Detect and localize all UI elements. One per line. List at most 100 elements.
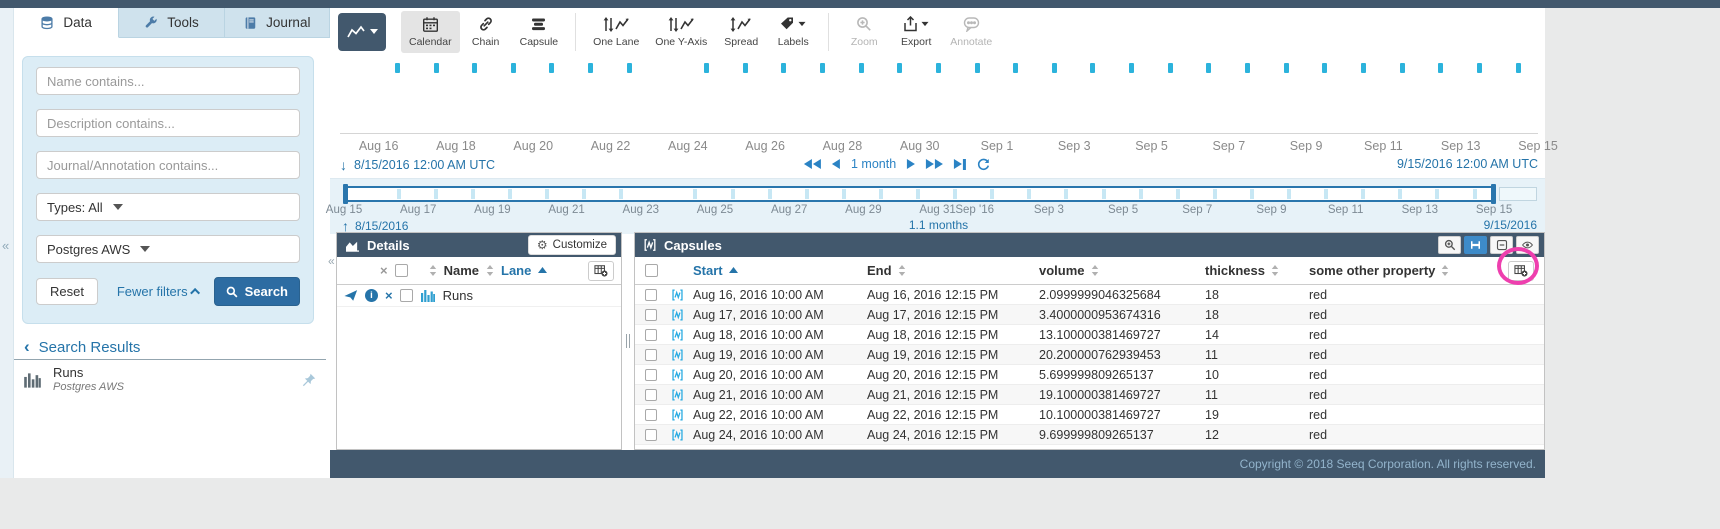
types-dropdown[interactable]: Types: All	[36, 193, 300, 221]
capsule-tick[interactable]	[511, 63, 516, 73]
capsules-col-property[interactable]: some other property	[1309, 263, 1435, 278]
capsule-tick[interactable]	[1400, 63, 1405, 73]
name-contains-input[interactable]	[36, 67, 300, 95]
capsule-tick[interactable]	[1477, 63, 1482, 73]
capsule-tick[interactable]	[859, 63, 864, 73]
capsule-table-row[interactable]: Aug 18, 2016 10:00 AM Aug 18, 2016 12:15…	[635, 325, 1544, 345]
capsule-table-row[interactable]: Aug 19, 2016 10:00 AM Aug 19, 2016 12:15…	[635, 345, 1544, 365]
refresh-icon[interactable]	[977, 158, 990, 171]
display-range-start[interactable]: 8/15/2016 12:00 AM UTC	[354, 158, 495, 172]
capsule-tick[interactable]	[1052, 63, 1057, 73]
add-column-button[interactable]	[588, 261, 614, 281]
capsule-tick[interactable]	[781, 63, 786, 73]
step-back-icon[interactable]	[832, 159, 840, 169]
reset-button[interactable]: Reset	[36, 278, 98, 305]
sort-icon[interactable]	[486, 265, 494, 276]
remove-item-icon[interactable]: ×	[385, 288, 393, 303]
capsule-tick[interactable]	[1013, 63, 1018, 73]
capsule-table-row[interactable]: Aug 21, 2016 10:00 AM Aug 21, 2016 12:15…	[635, 385, 1544, 405]
collapse-panel-button[interactable]	[1490, 236, 1513, 254]
capsule-tick[interactable]	[1516, 63, 1521, 73]
details-col-lane[interactable]: Lane	[501, 263, 531, 278]
capsule-tick[interactable]	[1090, 63, 1095, 73]
scrubber-right-handle[interactable]	[1491, 184, 1496, 204]
details-row-runs[interactable]: i × Runs	[337, 285, 621, 307]
details-col-name[interactable]: Name	[444, 263, 479, 278]
step-back-double-icon[interactable]	[804, 159, 821, 169]
zoom-in-button[interactable]	[1438, 236, 1461, 254]
capsule-range-button[interactable]	[1464, 236, 1487, 254]
scrubber-selected-range[interactable]	[344, 186, 1494, 202]
capsule-tick[interactable]	[395, 63, 400, 73]
sort-icon[interactable]	[429, 265, 437, 276]
capsule-tick[interactable]	[1245, 63, 1250, 73]
customize-button[interactable]: ⚙ Customize	[528, 235, 616, 255]
capsule-tick[interactable]	[1361, 63, 1366, 73]
capsule-tick[interactable]	[1322, 63, 1327, 73]
row-checkbox[interactable]	[645, 429, 657, 441]
one-y-axis-button[interactable]: One Y-Axis	[647, 11, 715, 53]
row-checkbox[interactable]	[645, 369, 657, 381]
capsule-table-row[interactable]: Aug 17, 2016 10:00 AM Aug 17, 2016 12:15…	[635, 305, 1544, 325]
capsule-table-row[interactable]: Aug 24, 2016 10:00 AM Aug 24, 2016 12:15…	[635, 425, 1544, 445]
select-all-checkbox[interactable]	[395, 264, 408, 277]
scrubber-unselected-range[interactable]	[1499, 187, 1537, 201]
capsule-tick[interactable]	[897, 63, 902, 73]
capsule-table-row[interactable]: Aug 22, 2016 10:00 AM Aug 22, 2016 12:15…	[635, 405, 1544, 425]
capsule-tick[interactable]	[1129, 63, 1134, 73]
capsule-tick[interactable]	[936, 63, 941, 73]
capsule-tick[interactable]	[1168, 63, 1173, 73]
search-results-header[interactable]: ‹ Search Results	[24, 337, 140, 357]
capsule-tick[interactable]	[820, 63, 825, 73]
range-duration-label[interactable]: 1.1 months	[909, 218, 968, 232]
capsule-tick[interactable]	[434, 63, 439, 73]
row-checkbox[interactable]	[645, 309, 657, 321]
search-result-runs[interactable]: Runs Postgres AWS	[14, 360, 326, 400]
pin-icon[interactable]	[301, 373, 316, 388]
capsule-tick[interactable]	[704, 63, 709, 73]
capsule-tick[interactable]	[1438, 63, 1443, 73]
range-start-date[interactable]: 8/15/2016	[355, 219, 408, 233]
range-end-date[interactable]: 9/15/2016	[1484, 218, 1537, 232]
collapse-sidebar-chevron-icon[interactable]: «	[328, 254, 335, 268]
description-contains-input[interactable]	[36, 109, 300, 137]
tab-journal[interactable]: Journal	[225, 8, 330, 38]
capsule-tick[interactable]	[549, 63, 554, 73]
capsule-tick[interactable]	[627, 63, 632, 73]
trend-view-dropdown-button[interactable]	[338, 13, 386, 51]
capsule-tick[interactable]	[975, 63, 980, 73]
row-checkbox[interactable]	[645, 409, 657, 421]
step-to-now-icon[interactable]	[954, 159, 966, 170]
search-button[interactable]: Search	[214, 277, 300, 306]
capsule-table-row[interactable]: Aug 16, 2016 10:00 AM Aug 16, 2016 12:15…	[635, 285, 1544, 305]
labels-button[interactable]: Labels	[767, 11, 819, 53]
sort-asc-icon[interactable]	[538, 267, 547, 274]
fewer-filters-link[interactable]: Fewer filters	[117, 284, 200, 299]
add-column-button[interactable]	[1508, 261, 1534, 281]
capsules-col-volume[interactable]: volume	[1039, 263, 1085, 278]
capsules-col-start[interactable]: Start	[693, 263, 723, 278]
capsule-tick[interactable]	[1206, 63, 1211, 73]
select-all-checkbox[interactable]	[645, 264, 658, 277]
row-checkbox[interactable]	[645, 289, 657, 301]
collapse-left-chevron-icon[interactable]: «	[2, 238, 9, 253]
row-checkbox[interactable]	[400, 289, 413, 302]
scrubber-left-handle[interactable]	[343, 184, 348, 204]
one-lane-button[interactable]: One Lane	[585, 11, 647, 53]
send-icon[interactable]	[344, 289, 358, 302]
row-checkbox[interactable]	[645, 329, 657, 341]
capsule-lane[interactable]	[340, 55, 1538, 133]
panel-splitter[interactable]	[622, 232, 634, 450]
remove-all-icon[interactable]: ×	[380, 263, 388, 278]
datasource-dropdown[interactable]: Postgres AWS	[36, 235, 300, 263]
capsule-table-row[interactable]: Aug 20, 2016 10:00 AM Aug 20, 2016 12:15…	[635, 365, 1544, 385]
step-forward-icon[interactable]	[907, 159, 915, 169]
capsule-tick[interactable]	[588, 63, 593, 73]
step-size-label[interactable]: 1 month	[851, 157, 896, 171]
journal-contains-input[interactable]	[36, 151, 300, 179]
capsule-time-button[interactable]: Capsule	[512, 11, 567, 53]
spread-button[interactable]: Spread	[715, 11, 767, 53]
tab-tools[interactable]: Tools	[119, 8, 224, 38]
capsule-tick[interactable]	[472, 63, 477, 73]
capsule-tick[interactable]	[743, 63, 748, 73]
